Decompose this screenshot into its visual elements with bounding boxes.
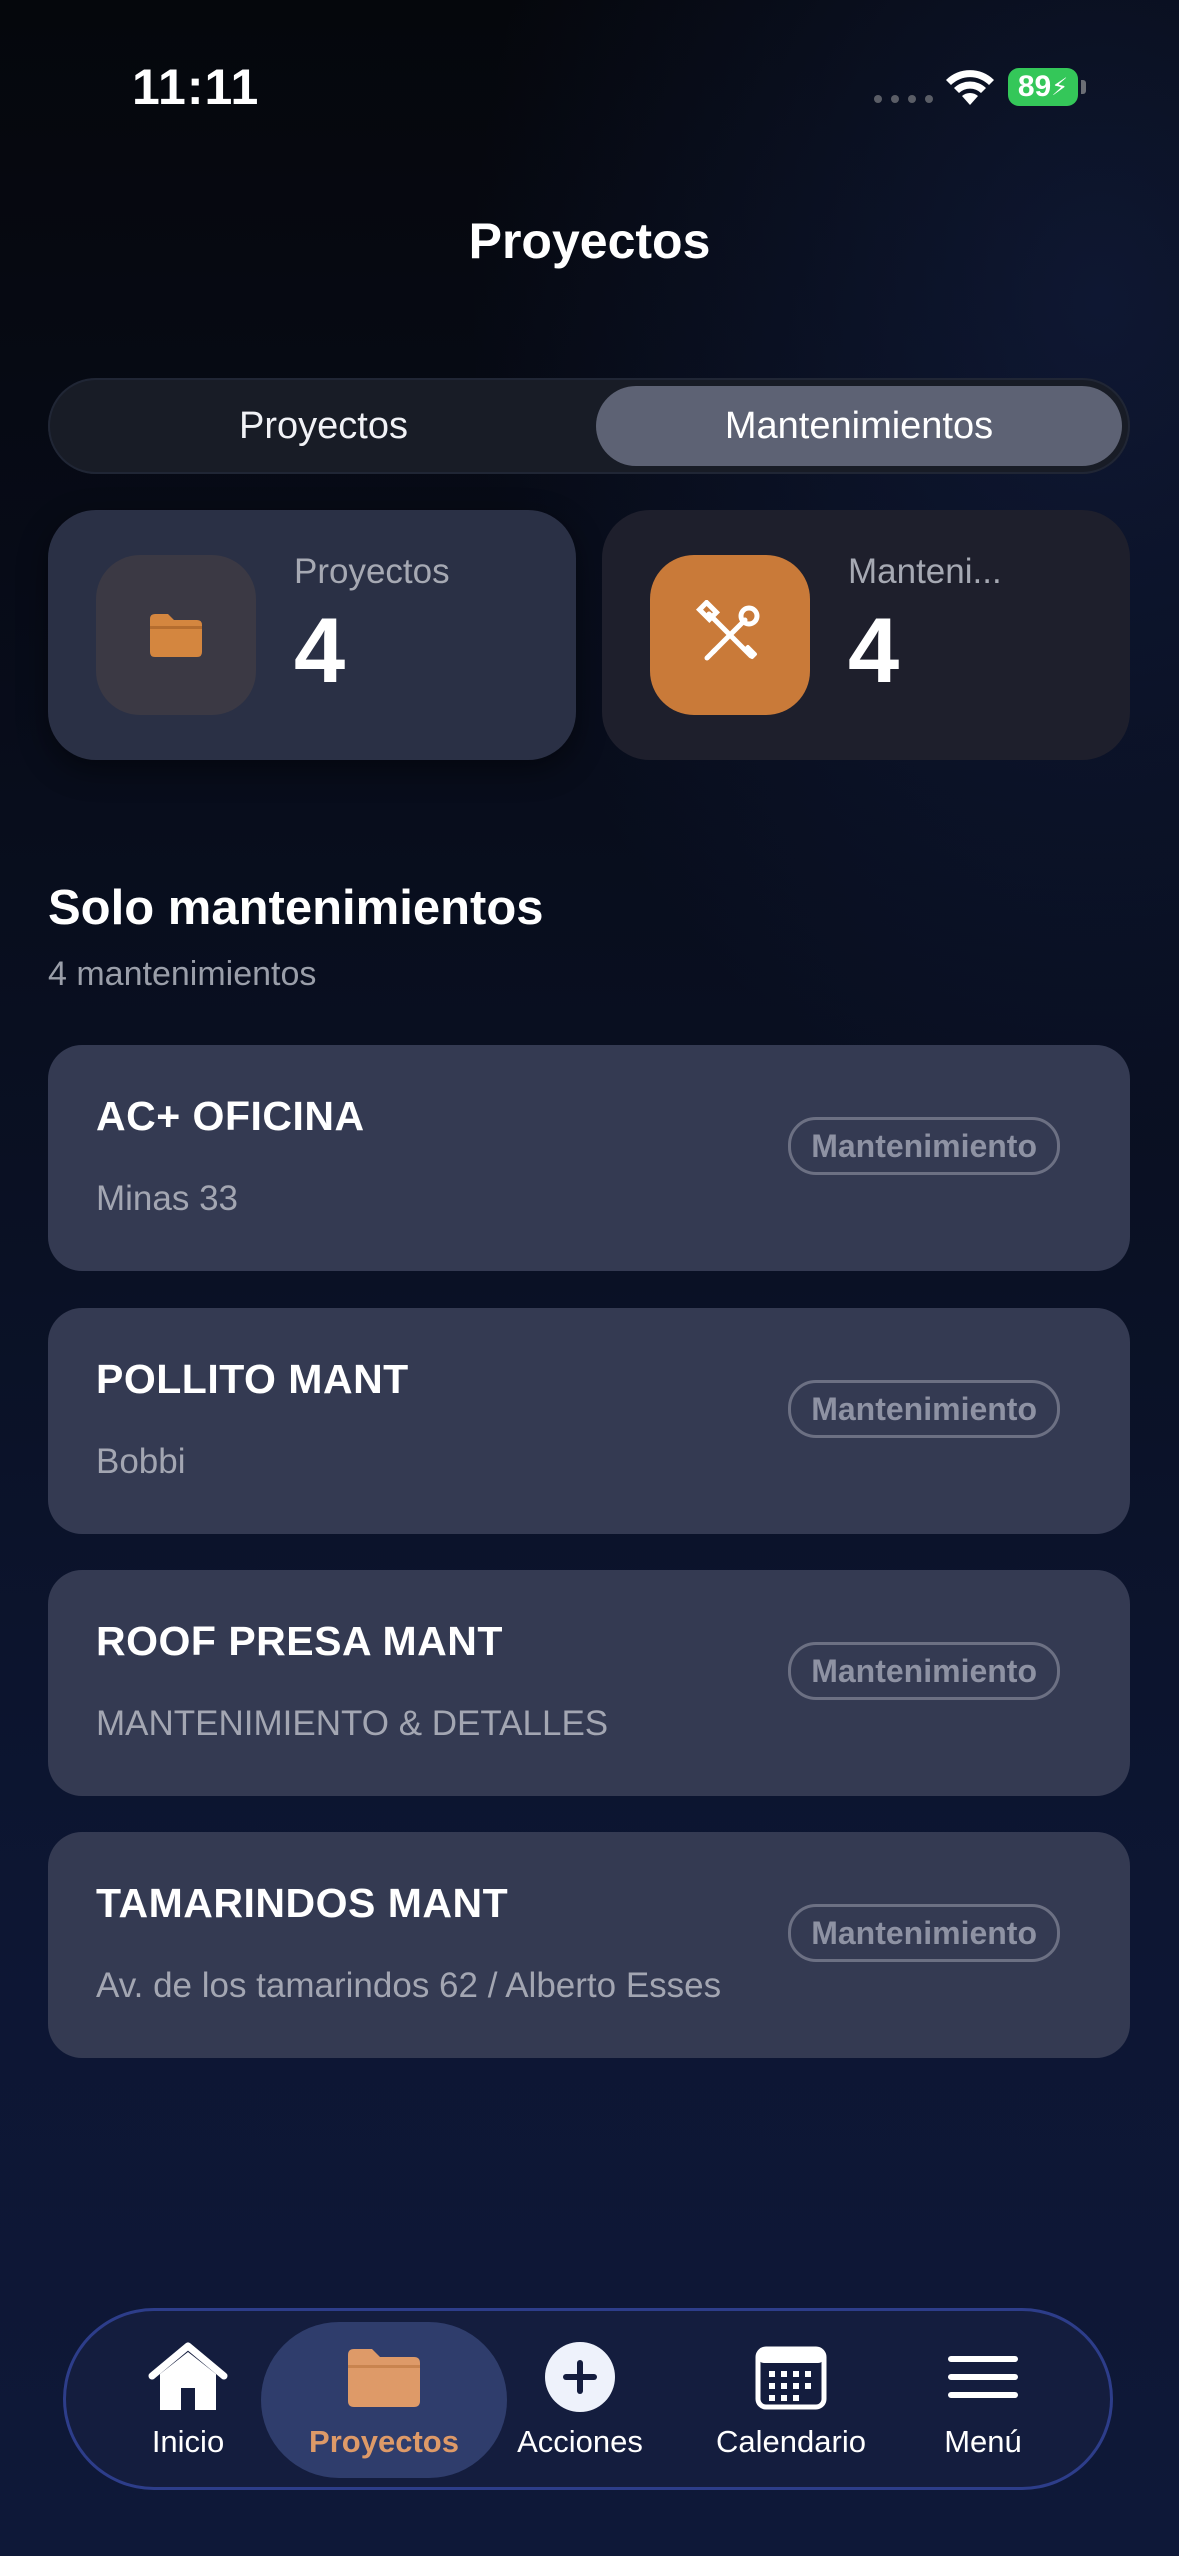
stat-value: 4 (848, 600, 900, 702)
status-badge: Mantenimiento (788, 1642, 1060, 1700)
segment-mantenimientos[interactable]: Mantenimientos (596, 386, 1122, 466)
segmented-control: Proyectos Mantenimientos (48, 378, 1130, 474)
wrench-screwdriver-icon (650, 555, 810, 715)
battery-indicator: 89 ⚡ (1008, 68, 1078, 106)
bottom-nav: Inicio Proyectos Acciones Calendario Men… (63, 2308, 1113, 2490)
item-title: TAMARINDOS MANT (96, 1880, 509, 1926)
list-item[interactable]: ROOF PRESA MANT MANTENIMIENTO & DETALLES… (48, 1570, 1130, 1796)
nav-label: Inicio (151, 2424, 225, 2459)
list-item[interactable]: AC+ OFICINA Minas 33 Mantenimiento (48, 1045, 1130, 1271)
folder-icon (96, 555, 256, 715)
stat-card-mantenimientos[interactable]: Manteni... 4 (602, 510, 1130, 760)
list-item[interactable]: POLLITO MANT Bobbi Mantenimiento (48, 1308, 1130, 1534)
item-title: POLLITO MANT (96, 1356, 409, 1402)
nav-label: Proyectos (309, 2424, 459, 2459)
nav-label: Acciones (517, 2424, 643, 2459)
page-title: Proyectos (468, 213, 711, 269)
list-item[interactable]: TAMARINDOS MANT Av. de los tamarindos 62… (48, 1832, 1130, 2058)
folder-icon (344, 2338, 424, 2416)
battery-cap (1081, 80, 1086, 94)
stat-label: Proyectos (294, 552, 450, 591)
nav-item-acciones[interactable]: Acciones (505, 2338, 655, 2468)
plus-circle-icon (543, 2338, 617, 2416)
section-subtitle: 4 mantenimientos (48, 955, 317, 993)
menu-icon (946, 2338, 1020, 2416)
section-title: Solo mantenimientos (48, 881, 544, 935)
item-title: ROOF PRESA MANT (96, 1618, 503, 1664)
stat-label: Manteni... (848, 552, 1002, 591)
calendar-icon (755, 2338, 827, 2416)
nav-item-proyectos[interactable]: Proyectos (294, 2338, 474, 2468)
status-badge: Mantenimiento (788, 1904, 1060, 1962)
status-badge: Mantenimiento (788, 1117, 1060, 1175)
battery-level: 89 (1017, 70, 1052, 103)
nav-label: Calendario (716, 2424, 866, 2459)
item-title: AC+ OFICINA (96, 1093, 365, 1139)
item-subtitle: Bobbi (96, 1442, 186, 1481)
status-badge: Mantenimiento (788, 1380, 1060, 1438)
nav-item-calendario[interactable]: Calendario (701, 2338, 881, 2468)
stat-value: 4 (294, 600, 346, 702)
status-time: 11:11 (132, 59, 260, 115)
nav-item-inicio[interactable]: Inicio (123, 2338, 253, 2468)
stat-card-proyectos[interactable]: Proyectos 4 (48, 510, 576, 760)
wifi-icon (946, 70, 994, 105)
item-subtitle: Av. de los tamarindos 62 / Alberto Esses (96, 1966, 722, 2005)
item-subtitle: Minas 33 (96, 1179, 239, 1218)
segment-proyectos[interactable]: Proyectos (56, 386, 591, 466)
nav-label: Menú (944, 2424, 1022, 2459)
home-icon (146, 2338, 230, 2416)
cellular-signal-icon (874, 95, 933, 103)
nav-item-menu[interactable]: Menú (923, 2338, 1043, 2468)
item-subtitle: MANTENIMIENTO & DETALLES (96, 1704, 609, 1743)
